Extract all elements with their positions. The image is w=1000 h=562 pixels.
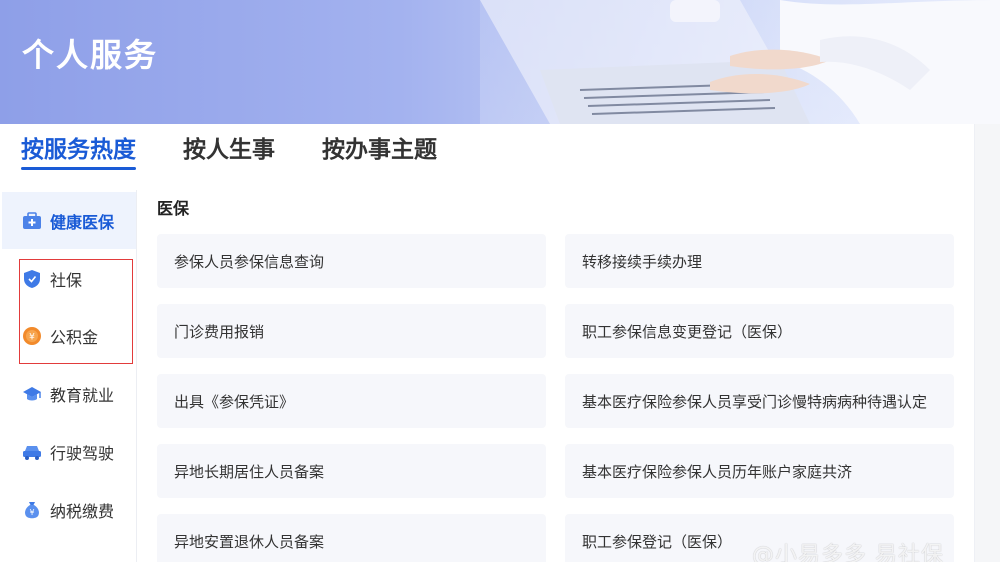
content-panel: 按服务热度 按人生事 按办事主题 健康医保 社保 ¥ 公积金 教育就业 行驶驾驶… — [0, 124, 975, 562]
svg-text:¥: ¥ — [29, 332, 35, 342]
service-item[interactable]: 门诊费用报销 — [157, 304, 546, 358]
svg-text:¥: ¥ — [29, 508, 34, 517]
shield-icon — [24, 269, 40, 288]
category-sidebar: 健康医保 社保 ¥ 公积金 教育就业 行驶驾驶 ¥ 纳税缴费 — [0, 190, 137, 562]
page-title: 个人服务 — [22, 36, 159, 74]
sidebar-item-label: 健康医保 — [50, 212, 115, 232]
service-item[interactable]: 出具《参保凭证》 — [157, 374, 546, 428]
service-item[interactable]: 基本医疗保险参保人员历年账户家庭共济 — [565, 444, 954, 498]
coin-icon: ¥ — [23, 326, 41, 345]
sidebar-item-social-security[interactable]: 社保 — [2, 250, 136, 307]
service-item[interactable]: 异地长期居住人员备案 — [157, 444, 546, 498]
sidebar-item-driving[interactable]: 行驶驾驶 — [2, 423, 136, 480]
sidebar-item-label: 纳税缴费 — [50, 501, 115, 521]
tab-bar: 按服务热度 按人生事 按办事主题 — [0, 124, 975, 180]
sidebar-item-label: 公积金 — [50, 327, 99, 347]
sidebar-item-health-insurance[interactable]: 健康医保 — [2, 192, 136, 249]
service-item[interactable]: 基本医疗保险参保人员享受门诊慢特病病种待遇认定 — [565, 374, 954, 428]
sidebar-item-label: 教育就业 — [50, 385, 115, 405]
graduation-cap-icon — [23, 386, 41, 400]
section-title: 医保 — [157, 199, 190, 218]
watermark: @小易多多 易社保 — [752, 543, 944, 562]
service-item[interactable]: 异地安置退休人员备案 — [157, 514, 546, 562]
service-item[interactable]: 职工参保信息变更登记（医保） — [565, 304, 954, 358]
sidebar-item-education-employment[interactable]: 教育就业 — [2, 365, 136, 422]
service-item[interactable]: 转移接续手续办理 — [565, 234, 954, 288]
tab-service-topics[interactable]: 按办事主题 — [322, 136, 437, 164]
sidebar-item-label: 社保 — [50, 270, 83, 290]
sidebar-item-label: 行驶驾驶 — [50, 443, 115, 463]
right-gutter — [975, 124, 1000, 562]
banner-photo — [480, 0, 1000, 124]
sidebar-item-tax-payment[interactable]: ¥ 纳税缴费 — [2, 481, 136, 538]
tab-life-events[interactable]: 按人生事 — [183, 136, 275, 164]
sidebar-item-housing-fund[interactable]: ¥ 公积金 — [2, 307, 136, 364]
page-banner: 个人服务 — [0, 0, 1000, 124]
money-bag-icon: ¥ — [25, 501, 39, 518]
tab-service-popularity[interactable]: 按服务热度 — [21, 136, 136, 170]
service-item[interactable]: 参保人员参保信息查询 — [157, 234, 546, 288]
medical-kit-icon — [23, 211, 41, 229]
car-icon — [23, 445, 41, 460]
